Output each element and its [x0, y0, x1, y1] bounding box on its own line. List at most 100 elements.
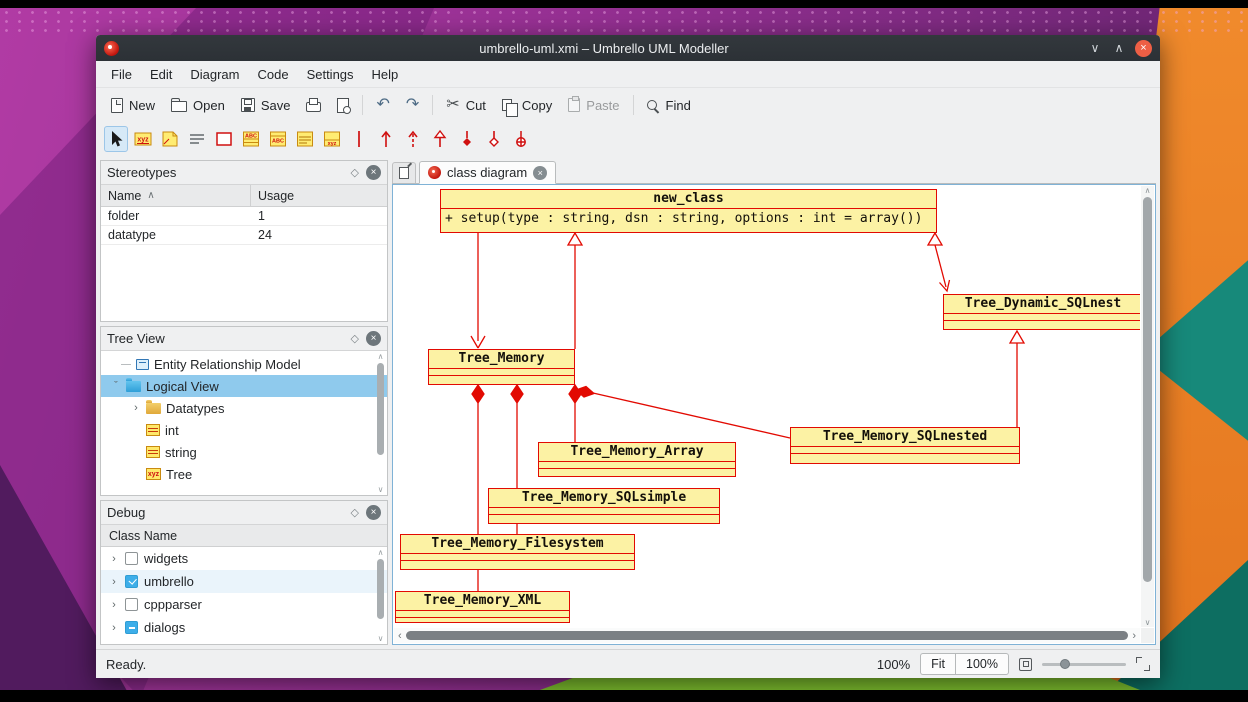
close-button[interactable]: ×: [1135, 40, 1152, 57]
canvas-vertical-scrollbar[interactable]: ∧ ∨: [1141, 186, 1154, 627]
uml-class-tree-memory-filesystem[interactable]: Tree_Memory_Filesystem: [400, 534, 635, 570]
aggregation-tool[interactable]: [482, 126, 506, 152]
expander-closed-icon[interactable]: ›: [109, 576, 119, 588]
float-dock-icon[interactable]: ◇: [351, 166, 359, 179]
debug-item-widgets[interactable]: › widgets: [101, 547, 387, 570]
open-button[interactable]: Open: [164, 94, 232, 117]
scrollbar-thumb[interactable]: [1143, 197, 1152, 582]
tree-item-tree[interactable]: xyz Tree: [101, 463, 387, 485]
menu-diagram[interactable]: Diagram: [181, 63, 248, 86]
float-dock-icon[interactable]: ◇: [351, 332, 359, 345]
fit-button[interactable]: Fit: [920, 653, 955, 675]
tab-close-icon[interactable]: ×: [533, 166, 547, 180]
minimize-button[interactable]: ∨: [1085, 39, 1105, 57]
note-tool[interactable]: [158, 126, 182, 152]
containment-tool[interactable]: [509, 126, 533, 152]
canvas-horizontal-scrollbar[interactable]: ‹ ›: [394, 628, 1140, 643]
print-preview-button[interactable]: [330, 94, 356, 117]
class-tool[interactable]: ABC: [239, 126, 263, 152]
tree-item-entity-relationship-model[interactable]: Entity Relationship Model: [101, 353, 387, 375]
association-tool[interactable]: [347, 126, 371, 152]
close-dock-icon[interactable]: ×: [366, 331, 381, 346]
enum-tool[interactable]: xyz: [320, 126, 344, 152]
diagram-canvas[interactable]: new_class + setup(type : string, dsn : s…: [394, 186, 1140, 627]
generalization-tool[interactable]: [428, 126, 452, 152]
menu-edit[interactable]: Edit: [141, 63, 181, 86]
interface-tool[interactable]: ABC: [266, 126, 290, 152]
tree-item-int[interactable]: int: [101, 419, 387, 441]
selection-tool[interactable]: [104, 126, 128, 152]
box-tool[interactable]: [212, 126, 236, 152]
checkbox-umbrello[interactable]: [125, 575, 138, 588]
expander-closed-icon[interactable]: ›: [109, 553, 119, 565]
tree-item-datatypes[interactable]: › Datatypes: [101, 397, 387, 419]
column-header-name[interactable]: Name ∧: [101, 185, 251, 206]
floating-text-tool[interactable]: [185, 126, 209, 152]
uml-class-tree-memory-array[interactable]: Tree_Memory_Array: [538, 442, 736, 477]
scrollbar-thumb[interactable]: [406, 631, 1129, 640]
titlebar[interactable]: umbrello-uml.xmi – Umbrello UML Modeller…: [96, 35, 1160, 61]
debug-item-dialogs[interactable]: › dialogs: [101, 616, 387, 639]
scroll-up-icon[interactable]: ∧: [1145, 186, 1151, 195]
close-dock-icon[interactable]: ×: [366, 165, 381, 180]
undo-button[interactable]: ↶: [369, 93, 396, 117]
composition-tool[interactable]: [455, 126, 479, 152]
scroll-left-icon[interactable]: ‹: [398, 630, 402, 642]
uml-class-new-class[interactable]: new_class + setup(type : string, dsn : s…: [440, 189, 937, 233]
detach-tab-button[interactable]: [392, 162, 416, 183]
table-row[interactable]: datatype 24: [101, 226, 387, 245]
cut-button[interactable]: ✂ Cut: [439, 93, 493, 117]
uml-class-tree-memory-sqlsimple[interactable]: Tree_Memory_SQLsimple: [488, 488, 720, 524]
menu-code[interactable]: Code: [248, 63, 297, 86]
checkbox-cppparser[interactable]: [125, 598, 138, 611]
tree-view-scrollbar[interactable]: ∧ ∨: [375, 352, 386, 494]
checkbox-widgets[interactable]: [125, 552, 138, 565]
scrollbar-thumb[interactable]: [377, 363, 384, 455]
scroll-down-icon[interactable]: ∨: [378, 485, 384, 494]
maximize-button[interactable]: ∧: [1109, 39, 1129, 57]
uml-class-tree-memory[interactable]: Tree_Memory: [428, 349, 575, 385]
zoom-value-button[interactable]: 100%: [955, 653, 1009, 675]
slider-handle[interactable]: [1060, 659, 1070, 669]
zoom-slider[interactable]: [1042, 656, 1126, 672]
uml-class-tree-dynamic-sqlnest[interactable]: Tree_Dynamic_SQLnest: [943, 294, 1140, 330]
column-header-usage[interactable]: Usage: [251, 185, 387, 206]
table-row[interactable]: folder 1: [101, 207, 387, 226]
expander-open-icon[interactable]: ˇ: [111, 380, 121, 392]
directed-association-tool[interactable]: [374, 126, 398, 152]
expander-closed-icon[interactable]: ›: [109, 599, 119, 611]
paste-button[interactable]: Paste: [561, 94, 626, 117]
uml-class-tree-memory-xml[interactable]: Tree_Memory_XML: [395, 591, 570, 623]
menu-file[interactable]: File: [102, 63, 141, 86]
close-dock-icon[interactable]: ×: [366, 505, 381, 520]
expander-closed-icon[interactable]: ›: [109, 622, 119, 634]
datatype-tool[interactable]: [293, 126, 317, 152]
float-dock-icon[interactable]: ◇: [351, 506, 359, 519]
debug-item-cppparser[interactable]: › cppparser: [101, 593, 387, 616]
debug-item-umbrello[interactable]: › umbrello: [101, 570, 387, 593]
menu-settings[interactable]: Settings: [298, 63, 363, 86]
checkbox-dialogs[interactable]: [125, 621, 138, 634]
find-button[interactable]: Find: [640, 94, 698, 117]
scroll-up-icon[interactable]: ∧: [378, 352, 384, 361]
scrollbar-thumb[interactable]: [377, 559, 384, 619]
scroll-down-icon[interactable]: ∨: [378, 634, 384, 643]
scroll-right-icon[interactable]: ›: [1132, 630, 1136, 642]
copy-button[interactable]: Copy: [495, 94, 559, 117]
new-button[interactable]: New: [104, 94, 162, 117]
label-tool[interactable]: xyz: [131, 126, 155, 152]
uml-class-tree-memory-sqlnested[interactable]: Tree_Memory_SQLnested: [790, 427, 1020, 464]
debug-scrollbar[interactable]: ∧ ∨: [375, 548, 386, 643]
tree-item-logical-view[interactable]: ˇ Logical View: [101, 375, 387, 397]
scroll-up-icon[interactable]: ∧: [378, 548, 384, 557]
dependency-tool[interactable]: [401, 126, 425, 152]
expander-closed-icon[interactable]: ›: [131, 402, 141, 414]
tab-class-diagram[interactable]: class diagram ×: [419, 161, 556, 184]
scroll-down-icon[interactable]: ∨: [1145, 618, 1151, 627]
fit-page-icon-button[interactable]: [1019, 658, 1032, 671]
tree-item-string[interactable]: string: [101, 441, 387, 463]
menu-help[interactable]: Help: [363, 63, 408, 86]
print-button[interactable]: [299, 94, 328, 116]
fullscreen-icon-button[interactable]: [1136, 657, 1150, 671]
save-button[interactable]: Save: [234, 94, 298, 117]
